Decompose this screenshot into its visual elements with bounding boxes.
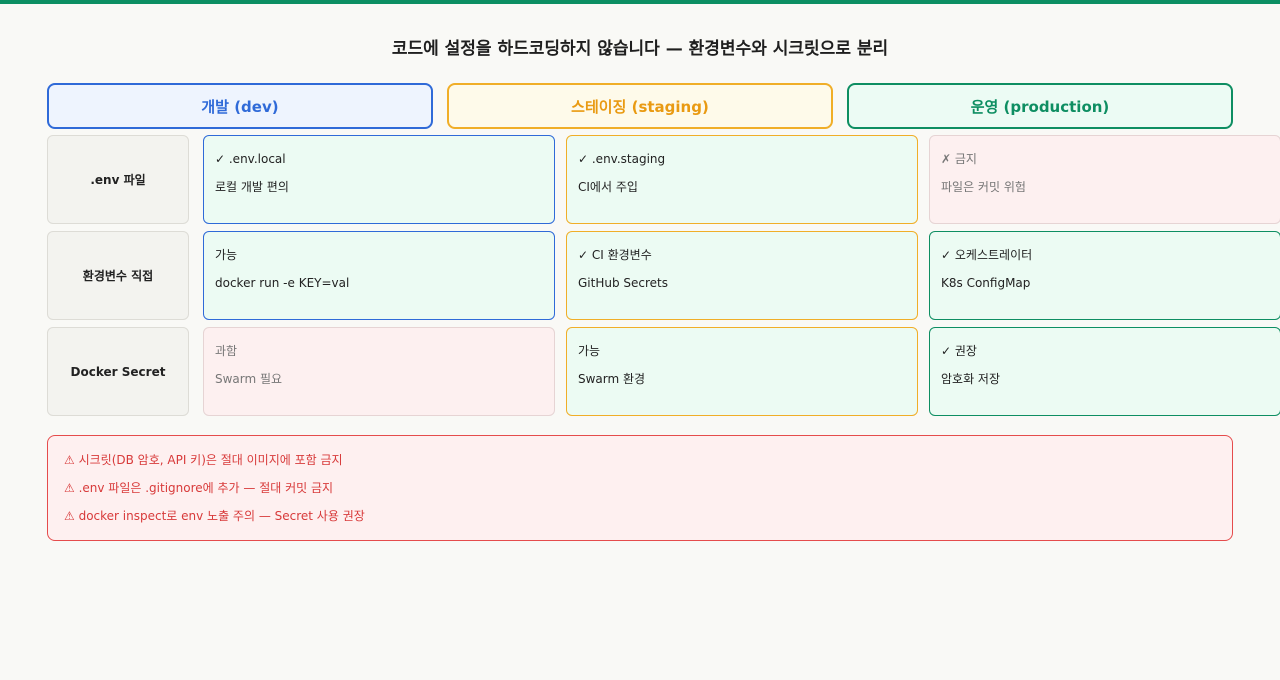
cell-title: ✓ 권장 — [941, 344, 977, 358]
row-label-docker-secret: Docker Secret — [47, 327, 189, 416]
cell-env-direct-staging: ✓ CI 환경변수 GitHub Secrets — [566, 231, 918, 320]
warning-line-inspect: ⚠ docker inspect로 env 노출 주의 — Secret 사용 … — [64, 509, 365, 523]
cell-docker-secret-staging: 가능 Swarm 환경 — [566, 327, 918, 416]
cell-title: 과함 — [215, 344, 238, 358]
cell-title: ✓ 오케스트레이터 — [941, 248, 1033, 262]
cell-title: ✓ .env.staging — [578, 152, 666, 166]
column-header-staging: 스테이징 (staging) — [447, 83, 833, 129]
warning-line-secrets: ⚠ 시크릿(DB 암호, API 키)은 절대 이미지에 포함 금지 — [64, 453, 343, 467]
cell-title: ✓ .env.local — [215, 152, 286, 166]
cell-env-file-staging: ✓ .env.staging CI에서 주입 — [566, 135, 918, 224]
cell-description: GitHub Secrets — [578, 276, 669, 290]
warning-box: ⚠ 시크릿(DB 암호, API 키)은 절대 이미지에 포함 금지 ⚠ .en… — [47, 435, 1233, 541]
row-label-env-file: .env 파일 — [47, 135, 189, 224]
cell-description: K8s ConfigMap — [941, 276, 1031, 290]
cell-env-file-production: ✗ 금지 파일은 커밋 위험 — [929, 135, 1280, 224]
page-title: 코드에 설정을 하드코딩하지 않습니다 — 환경변수와 시크릿으로 분리 — [391, 39, 889, 59]
row-label-env-direct: 환경변수 직접 — [47, 231, 189, 320]
cell-description: Swarm 환경 — [578, 372, 646, 386]
cell-title: 가능 — [215, 248, 238, 262]
cell-docker-secret-production: ✓ 권장 암호화 저장 — [929, 327, 1280, 416]
cell-description: 파일은 커밋 위험 — [941, 180, 1026, 194]
column-header-production: 운영 (production) — [847, 83, 1233, 129]
cell-env-direct-production: ✓ 오케스트레이터 K8s ConfigMap — [929, 231, 1280, 320]
cell-description: CI에서 주입 — [578, 180, 638, 194]
warning-line-gitignore: ⚠ .env 파일은 .gitignore에 추가 — 절대 커밋 금지 — [64, 481, 334, 495]
column-header-dev: 개발 (dev) — [47, 83, 433, 129]
cell-title: ✓ CI 환경변수 — [578, 248, 652, 262]
top-accent-bar — [0, 0, 1280, 4]
cell-env-direct-dev: 가능 docker run -e KEY=val — [203, 231, 555, 320]
cell-description: Swarm 필요 — [215, 372, 283, 386]
cell-description: docker run -e KEY=val — [215, 276, 350, 290]
cell-title: 가능 — [578, 344, 601, 358]
cell-env-file-dev: ✓ .env.local 로컬 개발 편의 — [203, 135, 555, 224]
cell-description: 로컬 개발 편의 — [215, 180, 289, 194]
cell-docker-secret-dev: 과함 Swarm 필요 — [203, 327, 555, 416]
cell-description: 암호화 저장 — [941, 372, 1001, 386]
cell-title: ✗ 금지 — [941, 152, 977, 166]
